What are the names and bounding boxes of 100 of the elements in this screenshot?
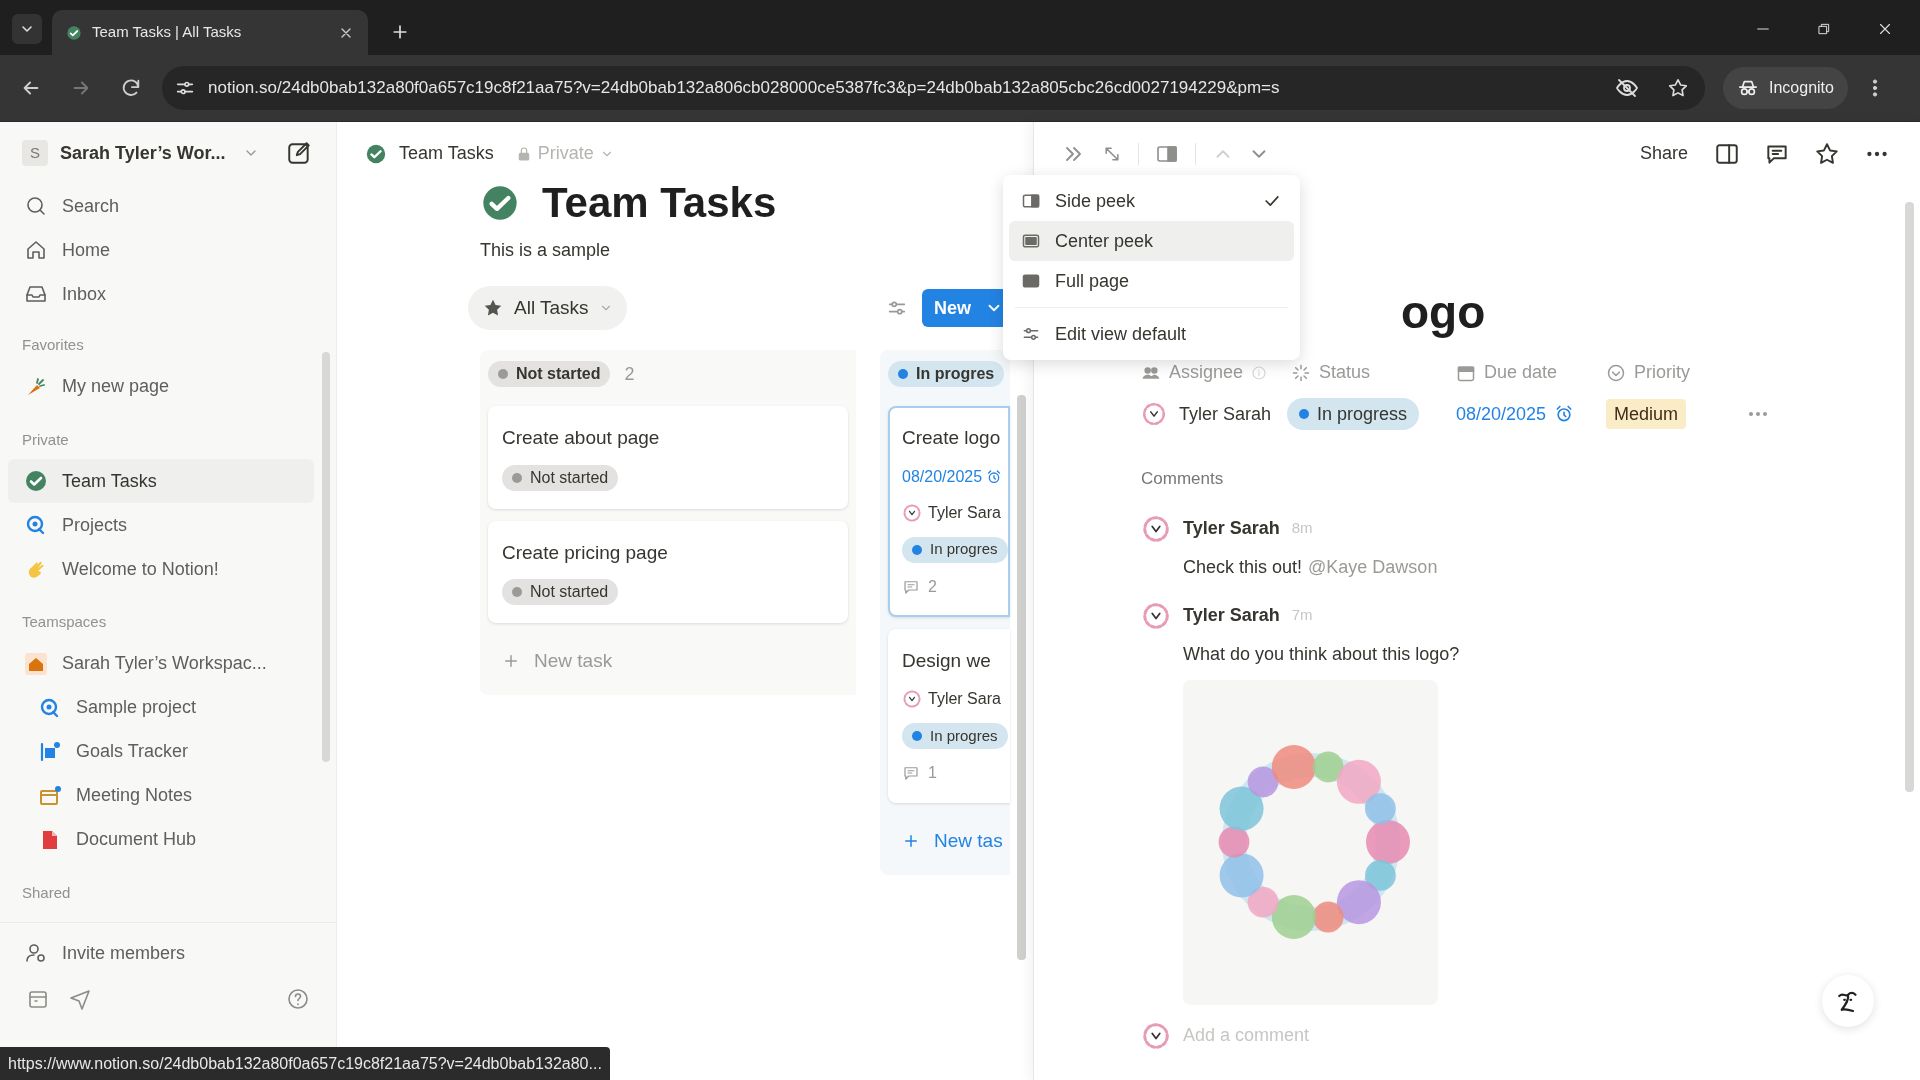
search-icon <box>24 194 48 218</box>
sidebar-item[interactable]: Meeting Notes <box>8 773 314 818</box>
avatar-icon <box>1141 401 1167 427</box>
avatar-icon <box>902 502 922 523</box>
tab-title: Team Tasks | All Tasks <box>92 22 243 43</box>
person-add-icon <box>24 941 48 965</box>
image-attachment[interactable] <box>1183 679 1438 1005</box>
nav-item[interactable]: Inbox <box>8 272 314 316</box>
menu-item[interactable]: Full page <box>1009 261 1294 301</box>
sidebar-item[interactable]: Projects <box>8 503 314 547</box>
card-date: 08/20/2025 <box>902 466 983 487</box>
check-circle-icon <box>365 142 387 165</box>
status-label: Not started <box>530 582 609 602</box>
page-title: Team Tasks <box>542 182 777 224</box>
comment-text: Check this out! <box>1183 555 1303 579</box>
scrollbar[interactable] <box>1905 202 1914 792</box>
status-label: Not started <box>516 364 601 384</box>
compose-icon[interactable] <box>286 140 312 166</box>
house-icon <box>24 651 48 676</box>
chart-icon <box>38 739 62 764</box>
status-label: In progres <box>916 364 995 384</box>
task-card[interactable]: Design we Tyler Sara In progres 1 <box>888 628 1010 803</box>
sidebar-item[interactable]: Goals Tracker <box>8 729 314 774</box>
check-circle-icon <box>480 183 520 223</box>
sidebar-item[interactable]: My new page <box>8 364 314 409</box>
section-label: Favorites <box>21 335 85 355</box>
browser-tab[interactable]: Team Tasks | All Tasks <box>52 10 368 55</box>
workspace-name[interactable]: Sarah Tyler’s Wor... <box>60 139 226 167</box>
sidebar-item[interactable]: Document Hub <box>8 817 314 862</box>
scrollbar[interactable] <box>1017 395 1026 960</box>
add-task-button[interactable]: New tas <box>888 817 1010 865</box>
avatar-icon <box>1141 600 1171 631</box>
comment-count: 1 <box>928 763 937 783</box>
url-text: notion.so/24db0bab132a80f0a657c19c8f21aa75?v=24db0bab132a806cb028000ce5387fc3&p=24db0bab132a805cbc26cd0027194229&pm=s <box>208 77 1281 100</box>
menu-item[interactable]: Edit view default <box>1009 314 1294 354</box>
nav-item[interactable]: Search <box>8 184 314 228</box>
avatar-icon <box>1141 1020 1171 1051</box>
eye-slash-icon[interactable] <box>1615 76 1639 100</box>
breadcrumb[interactable]: Team Tasks <box>399 140 494 167</box>
comment-author: Tyler Sarah <box>1183 604 1280 627</box>
restore-icon[interactable] <box>1816 21 1832 37</box>
share-button[interactable]: Share <box>1639 140 1688 167</box>
comment-time: 7m <box>1291 605 1313 626</box>
menu-item[interactable]: Side peek <box>1009 181 1294 221</box>
priority-icon <box>1606 362 1626 383</box>
sidebar-item[interactable]: Welcome to Notion! <box>8 547 314 591</box>
scrollbar[interactable] <box>322 352 330 762</box>
card-title: Create about page <box>502 426 661 450</box>
status-label: In progres <box>930 725 998 746</box>
assistant-button[interactable] <box>1822 975 1874 1027</box>
invite-members-item[interactable]: Invite members <box>8 931 328 975</box>
address-bar[interactable]: notion.so/24db0bab132a80f0a657c19c8f21aa75?v=24db0bab132a806cb028000ce5387fc3&p=24db0bab132a805cbc26cd0027194229&pm=s <box>162 66 1705 110</box>
card-title: Design we <box>902 648 992 673</box>
card-assignee: Tyler Sara <box>928 502 1001 523</box>
priority-tag[interactable]: Medium <box>1606 399 1687 429</box>
nav-item[interactable]: Home <box>8 228 314 272</box>
section-label: Shared <box>21 882 72 903</box>
avatar-icon <box>1141 513 1171 544</box>
star-icon[interactable] <box>1814 140 1840 167</box>
comment-author: Tyler Sarah <box>1183 517 1280 540</box>
house-icon <box>24 238 48 262</box>
property-label: Assignee <box>1169 361 1244 384</box>
sidebar-item[interactable]: Sample project <box>8 685 314 730</box>
sidebar-item[interactable]: Sarah Tyler’s Workspac... <box>8 641 314 686</box>
star-icon[interactable] <box>1667 77 1689 99</box>
property-label: Priority <box>1634 361 1690 384</box>
plus-icon <box>902 832 920 850</box>
comment-time: 8m <box>1291 518 1313 539</box>
section-label: Teamspaces <box>21 612 108 632</box>
send-icon[interactable] <box>68 987 92 1011</box>
help-icon[interactable] <box>286 987 310 1011</box>
side-peek-icon <box>1021 191 1041 211</box>
center-peek-icon <box>1021 231 1041 251</box>
task-card[interactable]: Create about page Not started <box>488 406 848 509</box>
task-card[interactable]: Create pricing page Not started <box>488 520 848 623</box>
column-count: 2 <box>624 362 635 386</box>
status-label: Not started <box>530 467 609 488</box>
comments-heading: Comments <box>1141 468 1225 490</box>
check-circle-icon <box>24 469 48 493</box>
alarm-clock-icon <box>986 468 1003 485</box>
task-card[interactable]: Create logo 08/20/2025 Tyler Sara In progres 2 <box>888 406 1010 617</box>
date-value[interactable]: 08/20/2025 <box>1456 400 1547 428</box>
card-title: Create pricing page <box>502 540 669 565</box>
plus-icon <box>502 652 520 670</box>
link-preview-tooltip: https://www.notion.so/24db0bab132a80f0a657c19c8f21aa75?v=24db0bab132a80... <box>0 1047 610 1080</box>
full-page-icon <box>1021 271 1041 291</box>
section-label: Private <box>21 429 70 450</box>
incognito-badge[interactable]: Incognito <box>1723 67 1848 109</box>
status-label: In progres <box>930 539 998 560</box>
view-tab[interactable]: All Tasks <box>468 286 627 330</box>
property-value[interactable]: Tyler Sarah <box>1179 400 1272 428</box>
card-assignee: Tyler Sara <box>928 689 1001 709</box>
sidebar-item[interactable]: Team Tasks <box>8 459 314 503</box>
status-label: In progress <box>1317 402 1408 426</box>
reload-icon[interactable] <box>120 77 142 99</box>
status-icon <box>1291 362 1311 383</box>
comment-icon <box>902 764 920 782</box>
menu-item[interactable]: Center peek <box>1009 221 1294 261</box>
calendar-icon <box>38 783 62 808</box>
tab-list-button[interactable] <box>12 14 42 44</box>
